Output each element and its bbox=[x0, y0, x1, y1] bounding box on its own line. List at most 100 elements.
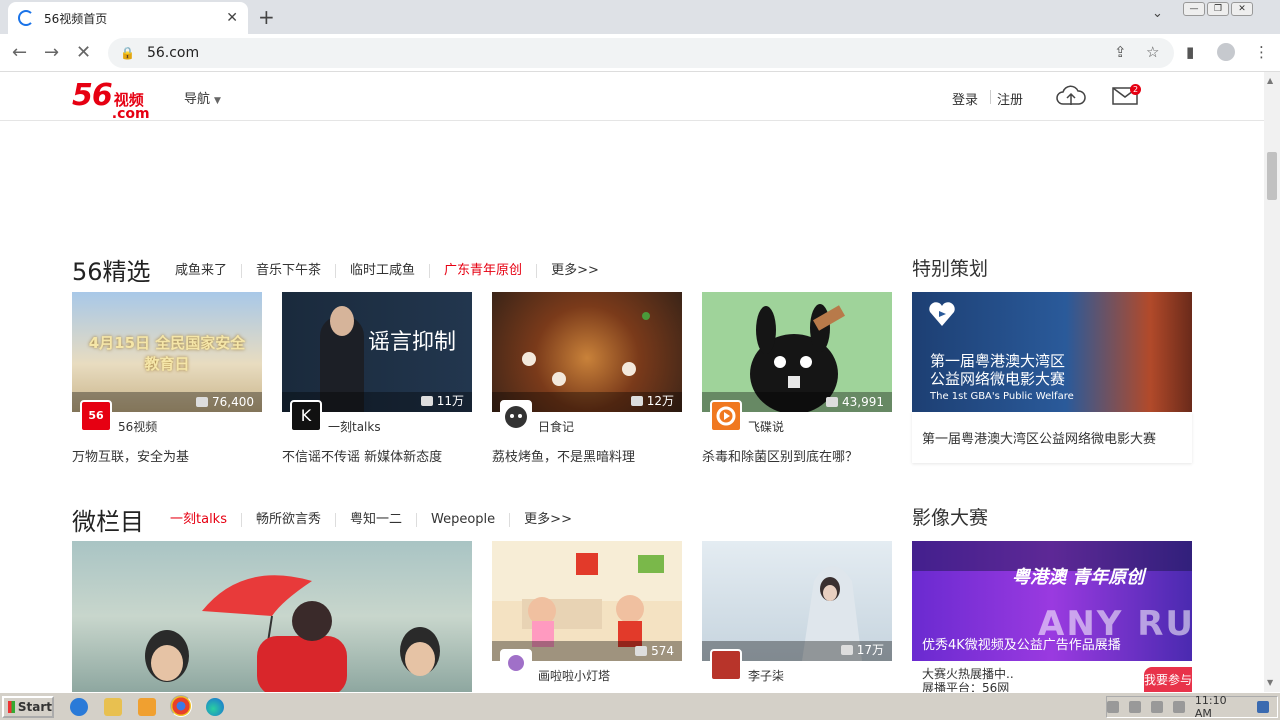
profile-icon[interactable] bbox=[1217, 43, 1235, 61]
register-link[interactable]: 注册 bbox=[997, 89, 1023, 108]
lock-icon[interactable]: 🔒 bbox=[120, 46, 135, 60]
promo-caption[interactable]: 第一届粤港澳大湾区公益网络微电影大赛 bbox=[912, 412, 1192, 463]
author-name[interactable]: 李子柒 bbox=[748, 667, 784, 684]
tray-arrow-icon[interactable] bbox=[1106, 701, 1119, 713]
author-avatar[interactable] bbox=[710, 400, 742, 432]
window-controls: — ❐ ✕ bbox=[1183, 2, 1253, 16]
start-button[interactable]: Start bbox=[2, 696, 54, 718]
tab-close-icon[interactable]: ✕ bbox=[226, 10, 238, 26]
network-icon[interactable] bbox=[1150, 701, 1163, 713]
promo-caption: 大赛火热展播中.. bbox=[922, 667, 1014, 681]
author-name[interactable]: 日食记 bbox=[538, 418, 574, 435]
back-icon[interactable]: ← bbox=[12, 42, 27, 63]
video-card[interactable]: 574 画啦啦小灯塔 bbox=[492, 541, 682, 691]
special-promo-card[interactable]: 第一届粤港澳大湾区 公益网络微电影大赛 The 1st GBA's Public… bbox=[912, 292, 1192, 463]
video-card[interactable]: 4月15日 全民国家安全教育日 76,400 56 56视频 万物互联，安全为基 bbox=[72, 292, 262, 465]
video-thumbnail[interactable]: 4月15日 全民国家安全教育日 76,400 bbox=[72, 292, 262, 412]
tab-search-icon[interactable]: ⌄ bbox=[1152, 6, 1163, 21]
minimize-icon[interactable]: — bbox=[1183, 2, 1205, 16]
clock[interactable]: 11:10 AM bbox=[1195, 694, 1247, 720]
sidepanel-icon[interactable]: ▮ bbox=[1186, 43, 1194, 61]
promo-image[interactable]: 第一届粤港澳大湾区 公益网络微电影大赛 The 1st GBA's Public… bbox=[912, 292, 1192, 412]
section-title-weilanmu: 微栏目 bbox=[72, 508, 144, 536]
video-caption[interactable]: 杀毒和除菌区别到底在哪？ bbox=[702, 446, 892, 465]
video-thumbnail[interactable]: 谣言抑制 11万 bbox=[282, 292, 472, 412]
author-avatar[interactable] bbox=[710, 649, 742, 681]
browser-tabbar: 56视频首页 ✕ + ⌄ — ❐ ✕ bbox=[0, 0, 1280, 34]
restore-icon[interactable]: ❐ bbox=[1207, 2, 1229, 16]
show-desktop-icon[interactable] bbox=[1257, 701, 1269, 713]
author-avatar[interactable] bbox=[500, 400, 532, 432]
nav-dropdown[interactable]: 导航 ▼ bbox=[184, 88, 221, 107]
subnav-item[interactable]: 粤知一二 bbox=[336, 513, 418, 527]
author-name[interactable]: 56视频 bbox=[118, 418, 157, 435]
author-row: 画啦啦小灯塔 bbox=[492, 649, 682, 691]
author-avatar[interactable]: 56 bbox=[80, 400, 112, 432]
scroll-down-icon[interactable]: ▼ bbox=[1267, 678, 1273, 687]
windows-taskbar: Start 11:10 AM bbox=[0, 692, 1280, 720]
login-link[interactable]: 登录 bbox=[952, 89, 978, 108]
site-logo[interactable]: 56 视频 .com bbox=[72, 78, 150, 121]
explorer-folder-icon[interactable] bbox=[104, 698, 122, 716]
play-count: 17万 bbox=[840, 641, 884, 658]
media-player-icon[interactable] bbox=[138, 698, 156, 716]
subnav-item[interactable]: 音乐下午茶 bbox=[242, 264, 337, 278]
video-card[interactable]: 43,991 飞碟说 杀毒和除菌区别到底在哪？ bbox=[702, 292, 892, 465]
loading-icon bbox=[18, 10, 34, 26]
subnav-item[interactable]: Wepeople bbox=[417, 513, 511, 527]
window-close-icon[interactable]: ✕ bbox=[1231, 2, 1253, 16]
volume-icon[interactable] bbox=[1128, 701, 1141, 713]
url-text: 56.com bbox=[146, 45, 200, 61]
video-thumbnail[interactable]: 17万 bbox=[702, 541, 892, 661]
stop-icon[interactable]: ✕ bbox=[76, 42, 91, 63]
bookmark-star-icon[interactable]: ☆ bbox=[1146, 43, 1159, 61]
edge-icon[interactable] bbox=[206, 698, 224, 716]
video-card[interactable]: 17万 李子柒 bbox=[702, 541, 892, 691]
author-name[interactable]: 飞碟说 bbox=[748, 418, 784, 435]
share-icon[interactable]: ⇪ bbox=[1114, 43, 1127, 61]
author-name[interactable]: 画啦啦小灯塔 bbox=[538, 667, 610, 684]
author-row: 李子柒 bbox=[702, 649, 892, 691]
author-avatar[interactable]: K bbox=[290, 400, 322, 432]
flag-icon[interactable] bbox=[1172, 701, 1185, 713]
author-name[interactable]: 一刻talks bbox=[328, 418, 381, 435]
mail-badge: 2 bbox=[1130, 84, 1141, 95]
scrollbar-thumb[interactable] bbox=[1267, 152, 1277, 200]
video-thumbnail[interactable]: 574 bbox=[492, 541, 682, 661]
video-caption[interactable]: 荔枝烤鱼，不是黑暗料理 bbox=[492, 446, 682, 465]
ie-icon[interactable] bbox=[70, 698, 88, 716]
more-link[interactable]: 更多>> bbox=[537, 264, 613, 278]
address-bar[interactable]: 🔒 56.com bbox=[108, 38, 1174, 68]
browser-tab[interactable]: 56视频首页 ✕ bbox=[8, 2, 248, 34]
play-icon bbox=[826, 397, 838, 407]
system-tray: 11:10 AM bbox=[1106, 694, 1278, 720]
author-avatar[interactable] bbox=[500, 649, 532, 681]
page-scrollbar[interactable]: ▲ ▼ bbox=[1264, 72, 1280, 692]
join-button[interactable]: 我要参与 bbox=[1144, 667, 1192, 693]
subnav-item[interactable]: 临时工咸鱼 bbox=[336, 264, 431, 278]
subnav-item-active[interactable]: 广东青年原创 bbox=[430, 264, 538, 278]
video-caption[interactable]: 不信谣不传谣 新媒体新态度 bbox=[282, 446, 472, 465]
chrome-icon[interactable] bbox=[170, 695, 192, 717]
video-thumbnail[interactable]: 12万 bbox=[492, 292, 682, 412]
upload-cloud-icon[interactable] bbox=[1056, 84, 1086, 108]
tab-title: 56视频首页 bbox=[44, 11, 108, 26]
forward-icon[interactable]: → bbox=[44, 42, 59, 63]
subnav-item-active[interactable]: 一刻talks bbox=[170, 513, 242, 527]
new-tab-icon[interactable]: + bbox=[258, 5, 275, 29]
thumbnail-text: 谣言抑制 bbox=[368, 330, 457, 355]
video-card[interactable]: 12万 日食记 荔枝烤鱼，不是黑暗料理 bbox=[492, 292, 682, 465]
scroll-up-icon[interactable]: ▲ bbox=[1267, 76, 1273, 85]
menu-kebab-icon[interactable]: ⋮ bbox=[1254, 43, 1269, 61]
more-link[interactable]: 更多>> bbox=[510, 513, 586, 527]
subnav-item[interactable]: 畅所欲言秀 bbox=[242, 513, 336, 527]
section2-subnav: 一刻talks 畅所欲言秀 粤知一二 Wepeople 更多>> bbox=[170, 513, 586, 527]
video-card[interactable]: 谣言抑制 11万 K 一刻talks 不信谣不传谣 新媒体新态度 bbox=[282, 292, 472, 465]
windows-logo-icon bbox=[8, 701, 15, 713]
subnav-item[interactable]: 咸鱼来了 bbox=[175, 264, 243, 278]
caret-down-icon: ▼ bbox=[214, 96, 221, 106]
author-row: 56 56视频 bbox=[72, 400, 262, 442]
featured-video-thumbnail[interactable] bbox=[72, 541, 472, 692]
video-thumbnail[interactable]: 43,991 bbox=[702, 292, 892, 412]
video-caption[interactable]: 万物互联，安全为基 bbox=[72, 446, 262, 465]
